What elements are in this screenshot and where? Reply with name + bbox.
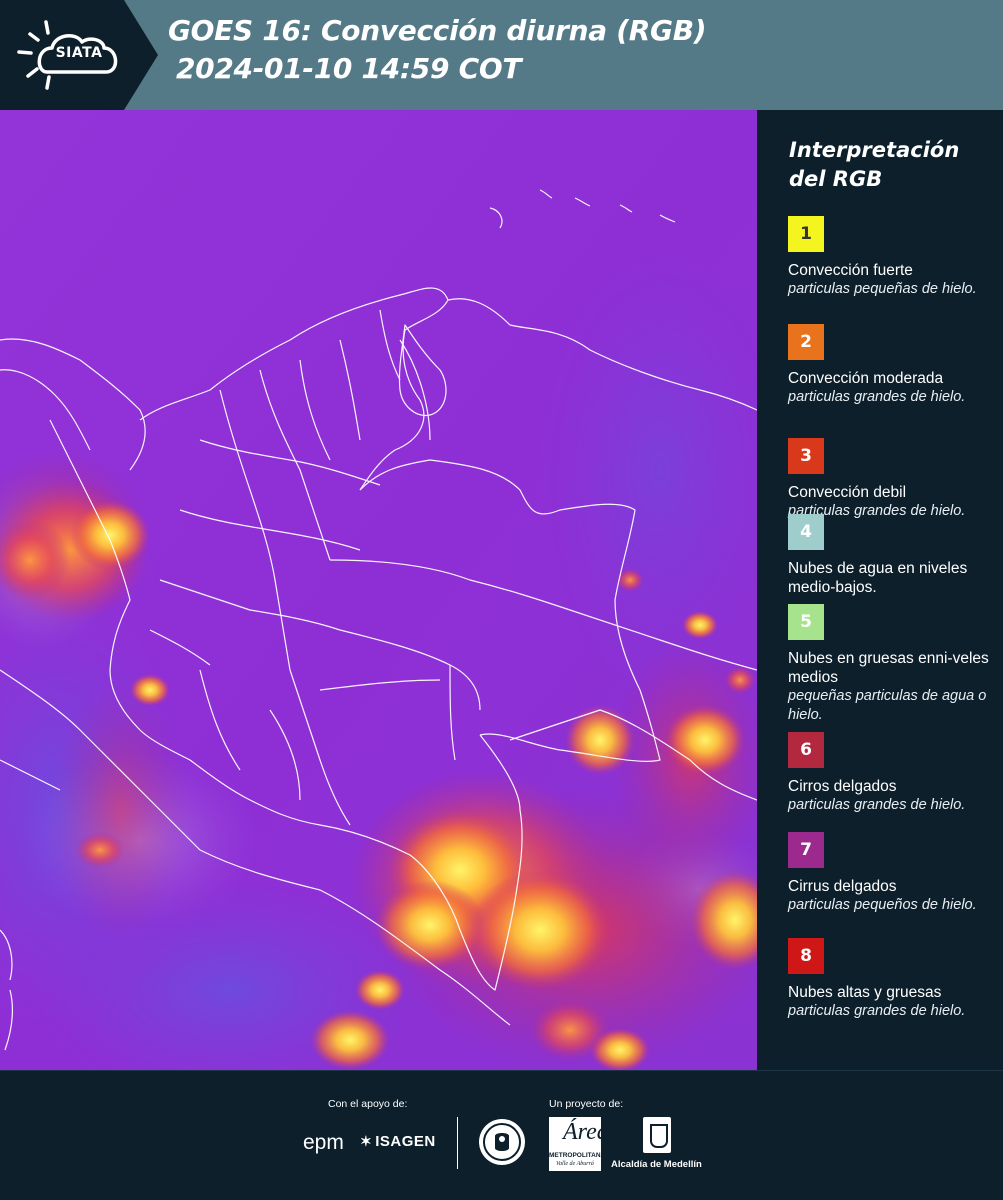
legend-title: Interpretación del RGB	[789, 138, 960, 191]
legend-description: particulas grandes de hielo.	[788, 1003, 966, 1019]
legend-item: 3 Convección debil particulas grandes de h…	[788, 438, 998, 521]
medellin-crest-icon	[643, 1117, 671, 1153]
legend-text: Cirros delgados particulas grandes de hie…	[788, 777, 998, 815]
project-label: Un proyecto de:	[549, 1098, 624, 1110]
legend-description: particulas pequeñas de hielo.	[788, 281, 977, 297]
siata-logo-text: SIATA	[55, 45, 103, 61]
header-bar: SIATA GOES 16: Convección diurna (RGB) 2…	[0, 0, 1003, 110]
legend-description: pequeñas particulas de agua o hielo.	[788, 688, 987, 723]
isagen-name: ISAGEN	[375, 1133, 436, 1150]
legend-item: 4 Nubes de agua en niveles medio-bajos.	[788, 514, 998, 597]
legend-label: Convección debil	[788, 484, 907, 501]
legend-swatch: 2	[788, 324, 824, 360]
amva-subtitle: Valle de Aburrá	[556, 1161, 594, 1167]
legend-item: 1 Convección fuerte particulas pequeñas de…	[788, 216, 998, 299]
legend-description: particulas pequeños de hielo.	[788, 897, 977, 913]
epm-logo: epm	[303, 1131, 344, 1154]
page-title: GOES 16: Convección diurna (RGB)	[168, 14, 707, 47]
legend-swatch: 3	[788, 438, 824, 474]
legend-swatch: 7	[788, 832, 824, 868]
legend-swatch: 5	[788, 604, 824, 640]
legend-text: Convección moderada particulas grandes de…	[788, 369, 998, 407]
siata-logo: SIATA	[0, 0, 158, 110]
legend-description: particulas grandes de hielo.	[788, 389, 966, 405]
legend-label: Cirros delgados	[788, 778, 897, 795]
footer-divider	[457, 1117, 458, 1169]
legend-label: Nubes de agua en niveles medio-bajos.	[788, 560, 968, 596]
rgb-legend: Interpretación del RGB 1 Convección fuert…	[757, 110, 1003, 1070]
legend-text: Convección fuerte particulas pequeñas de …	[788, 261, 998, 299]
support-label: Con el apoyo de:	[328, 1098, 408, 1110]
isagen-star-icon: ✶	[360, 1133, 373, 1149]
medellin-name: Alcaldía de Medellín	[611, 1159, 702, 1170]
legend-swatch: 1	[788, 216, 824, 252]
legend-label: Cirrus delgados	[788, 878, 897, 895]
legend-item: 5 Nubes en gruesas enni-veles medios peque…	[788, 604, 998, 725]
legend-text: Nubes altas y gruesas particulas grandes …	[788, 983, 998, 1021]
satellite-rgb-map-icon	[0, 110, 757, 1070]
legend-item: 2 Convección moderada particulas grandes d…	[788, 324, 998, 407]
legend-description: particulas grandes de hielo.	[788, 797, 966, 813]
amva-letter: Área	[563, 1119, 609, 1145]
footer-bar: Con el apoyo de: Un proyecto de: epm ✶ IS…	[0, 1070, 1003, 1200]
legend-label: Convección fuerte	[788, 262, 913, 279]
legend-label: Nubes altas y gruesas	[788, 984, 942, 1001]
amva-name: METROPOLITANA	[549, 1152, 606, 1159]
medellin-seal-icon	[479, 1119, 525, 1165]
legend-item: 6 Cirros delgados particulas grandes de hi…	[788, 732, 998, 815]
legend-item: 8 Nubes altas y gruesas particulas grandes…	[788, 938, 998, 1021]
amva-logo: Área METROPOLITANA Valle de Aburrá	[549, 1117, 609, 1171]
isagen-logo: ✶ ISAGEN	[360, 1133, 436, 1150]
legend-swatch: 4	[788, 514, 824, 550]
legend-label: Convección moderada	[788, 370, 944, 387]
legend-text: Nubes de agua en niveles medio-bajos.	[788, 559, 998, 597]
legend-item: 7 Cirrus delgados particulas pequeños de h…	[788, 832, 998, 915]
legend-swatch: 8	[788, 938, 824, 974]
legend-swatch: 6	[788, 732, 824, 768]
legend-text: Cirrus delgados particulas pequeños de hi…	[788, 877, 998, 915]
page-timestamp: 2024-01-10 14:59 COT	[176, 52, 522, 85]
legend-label: Nubes en gruesas enni-veles medios	[788, 650, 989, 686]
satellite-map[interactable]	[0, 110, 757, 1070]
legend-text: Nubes en gruesas enni-veles medios pequeñ…	[788, 649, 998, 725]
